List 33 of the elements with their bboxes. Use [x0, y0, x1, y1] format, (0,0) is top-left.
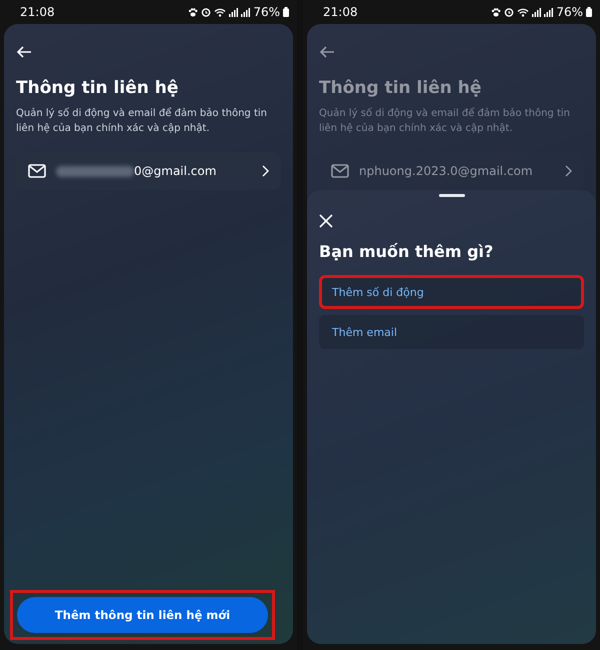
battery-percent: 76%	[556, 5, 583, 19]
wifi-icon	[517, 8, 530, 16]
page-description: Quản lý số di động và email để đảm bảo thông tin liên hệ của bạn chính xác và cập nhật.	[16, 106, 268, 136]
page-description: Quản lý số di động và email để đảm bảo thông tin liên hệ của bạn chính xác và cập nhật.	[319, 106, 571, 136]
alarm-icon	[201, 7, 212, 17]
paw-icon	[188, 8, 198, 16]
page-title: Thông tin liên hệ	[16, 78, 180, 98]
page-title: Thông tin liên hệ	[319, 78, 482, 98]
status-time: 21:08	[20, 5, 55, 19]
mail-icon	[331, 164, 349, 178]
signal-icon	[532, 8, 542, 16]
paw-icon	[491, 8, 502, 16]
wifi-icon	[214, 8, 226, 16]
status-time: 21:08	[323, 5, 358, 19]
option-button[interactable]: Thêm số di động	[319, 275, 584, 309]
option-button[interactable]: Thêm email	[319, 315, 584, 349]
chevron-right-icon	[261, 165, 269, 177]
email-address: nphuong.2023.0@gmail.com	[359, 164, 533, 178]
back-arrow-icon[interactable]	[16, 46, 32, 58]
battery-icon	[586, 7, 592, 17]
sheet-handle[interactable]	[438, 194, 464, 197]
email-address: 0@gmail.com	[134, 164, 216, 178]
signal-icon	[229, 8, 238, 16]
chevron-right-icon	[564, 165, 572, 177]
add-contact-button[interactable]: Thêm thông tin liên hệ mới	[17, 597, 268, 633]
sheet-title: Bạn muốn thêm gì?	[319, 242, 494, 261]
signal-icon	[544, 8, 554, 16]
close-icon[interactable]	[319, 214, 333, 228]
signal-icon	[241, 8, 250, 16]
battery-percent: 76%	[253, 5, 280, 19]
alarm-icon	[504, 7, 514, 17]
battery-icon	[283, 7, 289, 17]
mail-icon	[28, 164, 46, 178]
